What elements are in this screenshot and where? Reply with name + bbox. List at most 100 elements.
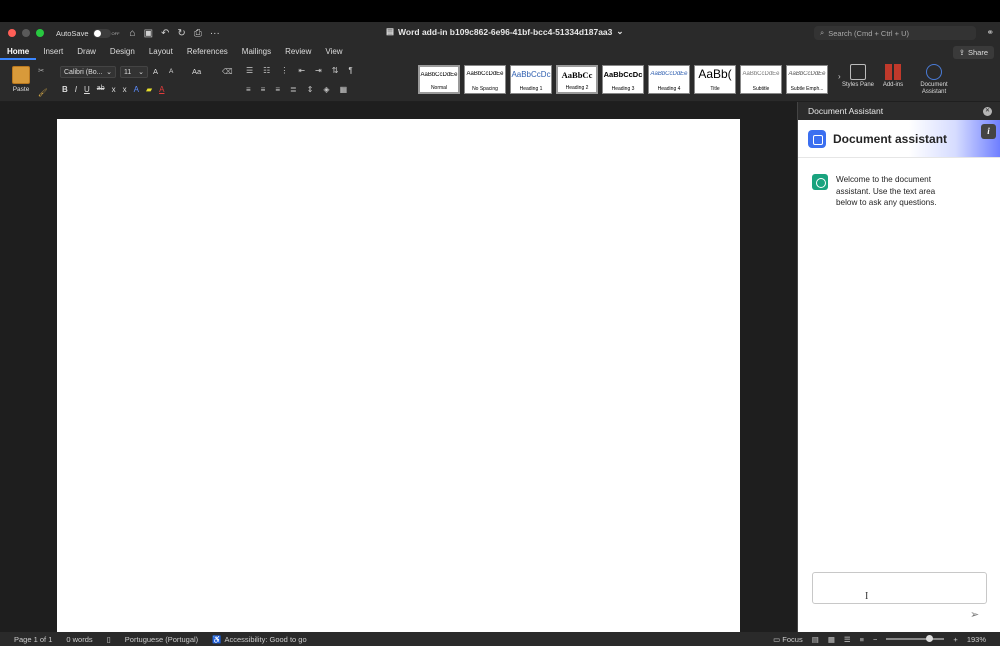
format-painter-icon[interactable]: 🖌: [38, 88, 48, 97]
draft-view-icon[interactable]: ≡: [860, 635, 864, 644]
style-name: Subtitle: [752, 86, 770, 92]
tab-layout[interactable]: Layout: [142, 44, 180, 60]
style-sample: AaBbCcDdEe: [420, 72, 458, 78]
tab-view[interactable]: View: [318, 44, 349, 60]
underline-button[interactable]: U: [84, 85, 90, 94]
increase-indent-icon[interactable]: ⇥: [315, 66, 322, 75]
welcome-message: Welcome to the document assistant. Use t…: [812, 174, 946, 209]
tab-review[interactable]: Review: [278, 44, 318, 60]
strikethrough-button[interactable]: ab: [97, 85, 105, 94]
grow-font-button[interactable]: A: [153, 67, 158, 76]
clear-formatting-icon[interactable]: ⌫: [222, 67, 233, 76]
numbering-icon[interactable]: ☷: [263, 66, 270, 75]
change-case-button[interactable]: Aa: [192, 67, 201, 76]
search-input[interactable]: ⌕ Search (Cmd + Ctrl + U): [814, 26, 976, 40]
document-title[interactable]: ▤ Word add-in b109c862-6e96-41bf-bcc4-51…: [386, 26, 624, 37]
outline-view-icon[interactable]: ☰: [844, 635, 851, 644]
collaborate-icon[interactable]: ⚭: [986, 27, 994, 38]
style-heading-2[interactable]: AaBbCc Heading 2: [556, 65, 598, 94]
multilevel-list-icon[interactable]: ⋮: [280, 66, 288, 75]
tab-draw[interactable]: Draw: [70, 44, 103, 60]
font-name-select[interactable]: Calibri (Bo... ⌄: [60, 66, 116, 78]
undo-icon[interactable]: ↶: [161, 28, 169, 39]
save-icon[interactable]: ▣: [144, 28, 153, 39]
home-icon[interactable]: ⌂: [130, 28, 136, 39]
web-layout-icon[interactable]: ▦: [828, 635, 835, 644]
line-spacing-icon[interactable]: ⇕: [307, 85, 314, 94]
paste-button[interactable]: Paste: [6, 64, 36, 93]
font-color-icon[interactable]: A: [159, 85, 164, 94]
italic-button[interactable]: I: [75, 85, 77, 94]
justify-icon[interactable]: ≣: [290, 85, 297, 94]
style-heading-3[interactable]: AaBbCcDc Heading 3: [602, 65, 644, 94]
bold-button[interactable]: B: [62, 85, 68, 94]
tab-references[interactable]: References: [180, 44, 235, 60]
close-window-button[interactable]: [8, 29, 16, 37]
styles-pane-button[interactable]: Styles Pane: [840, 64, 876, 89]
tab-mailings[interactable]: Mailings: [235, 44, 278, 60]
assistant-banner: Document assistant i: [798, 120, 1000, 158]
style-subtle-emphasis[interactable]: AaBbCcDdEe Subtle Emph...: [786, 65, 828, 94]
shading-icon[interactable]: ◈: [323, 85, 329, 94]
send-button[interactable]: ➢: [970, 608, 979, 621]
info-button[interactable]: i: [981, 124, 996, 139]
autosave-control[interactable]: AutoSave OFF: [56, 28, 120, 38]
zoom-level[interactable]: 193%: [967, 635, 986, 644]
more-icon[interactable]: ···: [210, 28, 220, 39]
style-name: Subtle Emph...: [790, 86, 824, 92]
style-subtitle[interactable]: AaBbCcDdEe Subtitle: [740, 65, 782, 94]
styles-gallery: AaBbCcDdEe Normal AaBbCcDdEe No Spacing Aa…: [418, 65, 828, 94]
style-title[interactable]: AaBb(Title: [694, 65, 736, 94]
assistant-avatar-icon: [812, 174, 828, 190]
accessibility-status[interactable]: ♿ Accessibility: Good to go: [212, 635, 306, 644]
language-status[interactable]: Portuguese (Portugal): [125, 635, 198, 644]
style-heading-1[interactable]: AaBbCcDc Heading 1: [510, 65, 552, 94]
paste-label: Paste: [12, 86, 30, 93]
print-layout-icon[interactable]: ▤: [812, 635, 819, 644]
tab-insert[interactable]: Insert: [36, 44, 70, 60]
add-ins-icon: [885, 64, 901, 80]
highlight-color-icon[interactable]: ▰: [146, 85, 152, 94]
shrink-font-button[interactable]: A: [169, 68, 173, 75]
zoom-window-button[interactable]: [36, 29, 44, 37]
align-right-icon[interactable]: ≡: [275, 85, 280, 94]
proofing-icon[interactable]: ▯: [107, 635, 111, 644]
zoom-out-button[interactable]: −: [873, 635, 877, 644]
sort-icon[interactable]: ⇅: [332, 66, 339, 75]
close-pane-button[interactable]: ✕: [983, 107, 992, 116]
cut-icon[interactable]: ✂: [38, 66, 44, 75]
borders-icon[interactable]: ▦: [340, 85, 348, 94]
tab-home[interactable]: Home: [0, 44, 37, 60]
autosave-toggle[interactable]: [92, 28, 111, 38]
document-title-text: Word add-in b109c862-6e96-41bf-bcc4-5133…: [398, 26, 613, 37]
minimize-window-button[interactable]: [22, 29, 30, 37]
redo-icon[interactable]: ↻: [177, 28, 185, 39]
bullets-icon[interactable]: ☰: [246, 66, 253, 75]
style-no-spacing[interactable]: AaBbCcDdEe No Spacing: [464, 65, 506, 94]
font-size-value: 11: [124, 69, 132, 76]
style-normal[interactable]: AaBbCcDdEe Normal: [418, 65, 460, 94]
share-button[interactable]: ⇪ Share: [952, 46, 994, 59]
superscript-button[interactable]: x: [123, 85, 127, 94]
print-icon[interactable]: ⎙: [194, 28, 202, 39]
style-name: Heading 4: [657, 86, 681, 92]
decrease-indent-icon[interactable]: ⇤: [298, 66, 305, 75]
document-assistant-pane: Document Assistant ✕ Document assistant …: [797, 102, 1000, 632]
document-assistant-button[interactable]: Document Assistant: [916, 64, 952, 96]
show-formatting-icon[interactable]: ¶: [348, 66, 352, 75]
add-ins-button[interactable]: Add-ins: [875, 64, 911, 89]
word-count[interactable]: 0 words: [66, 635, 92, 644]
document-page[interactable]: [57, 119, 740, 632]
tab-design[interactable]: Design: [103, 44, 142, 60]
focus-button[interactable]: ▭ Focus: [773, 635, 803, 644]
subscript-button[interactable]: x: [112, 85, 116, 94]
align-left-icon[interactable]: ≡: [246, 85, 251, 94]
zoom-slider[interactable]: [886, 635, 945, 642]
style-heading-4[interactable]: AaBbCcDdEe Heading 4: [648, 65, 690, 94]
page-count[interactable]: Page 1 of 1: [14, 635, 52, 644]
text-effects-icon[interactable]: A: [134, 85, 139, 94]
font-size-select[interactable]: 11 ⌄: [120, 66, 148, 78]
question-input[interactable]: I: [812, 572, 987, 604]
zoom-in-button[interactable]: +: [953, 635, 957, 644]
align-center-icon[interactable]: ≡: [261, 85, 266, 94]
